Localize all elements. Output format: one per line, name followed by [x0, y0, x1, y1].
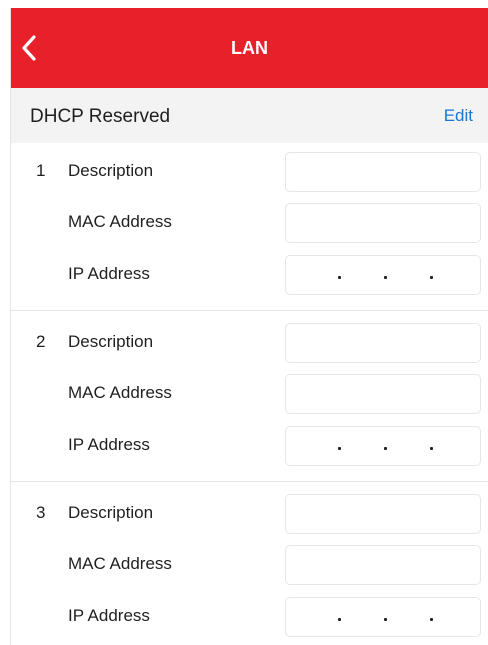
mac-address-field[interactable] — [285, 374, 481, 414]
description-field[interactable] — [285, 494, 481, 534]
mac-address-row: MAC Address — [10, 374, 488, 414]
ip-separator — [430, 276, 433, 279]
section-title: DHCP Reserved — [30, 106, 171, 127]
ip-address-row: IP Address — [10, 597, 488, 637]
ip-separator — [384, 276, 387, 279]
description-label: Description — [68, 332, 154, 351]
description-field[interactable] — [285, 152, 481, 192]
ip-separator — [430, 618, 433, 621]
mac-address-row: MAC Address — [10, 203, 488, 243]
mac-address-label: MAC Address — [68, 554, 172, 573]
description-label: Description — [68, 161, 154, 180]
ip-address-field[interactable] — [285, 426, 481, 466]
mac-address-label: MAC Address — [68, 212, 172, 231]
ip-separator — [338, 276, 341, 279]
ip-address-label: IP Address — [68, 264, 150, 283]
section-header: DHCP Reserved Edit — [10, 88, 488, 143]
ip-address-label: IP Address — [68, 606, 150, 625]
ip-separator — [430, 447, 433, 450]
description-row: 2 Description — [10, 323, 488, 363]
ip-address-field[interactable] — [285, 597, 481, 637]
ip-separator — [384, 447, 387, 450]
ip-separator — [338, 447, 341, 450]
entry-index: 1 — [36, 161, 46, 180]
divider — [10, 310, 488, 311]
entry-index: 3 — [36, 503, 46, 522]
description-row: 3 Description — [10, 494, 488, 534]
ip-address-label: IP Address — [68, 435, 150, 454]
ip-separator — [384, 618, 387, 621]
ip-separator — [338, 618, 341, 621]
mac-address-field[interactable] — [285, 203, 481, 243]
description-row: 1 Description — [10, 152, 488, 192]
ip-address-field[interactable] — [285, 255, 481, 295]
mac-address-label: MAC Address — [68, 383, 172, 402]
edit-button[interactable]: Edit — [444, 106, 473, 126]
description-field[interactable] — [285, 323, 481, 363]
divider — [10, 481, 488, 482]
description-label: Description — [68, 503, 154, 522]
entry-index: 2 — [36, 332, 46, 351]
app-header: LAN — [10, 8, 488, 88]
ip-address-row: IP Address — [10, 255, 488, 295]
ip-address-row: IP Address — [10, 426, 488, 466]
mac-address-field[interactable] — [285, 545, 481, 585]
mac-address-row: MAC Address — [10, 545, 488, 585]
page-title: LAN — [231, 38, 268, 58]
